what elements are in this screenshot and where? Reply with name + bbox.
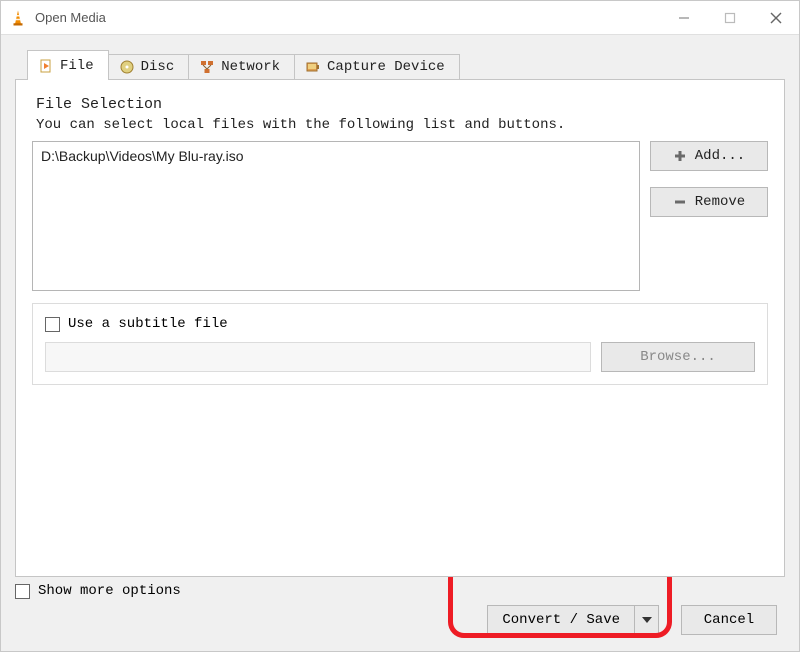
tab-disc-label: Disc: [141, 59, 175, 75]
tabs-container: File Disc Network: [15, 49, 785, 577]
convert-save-button[interactable]: Convert / Save: [487, 605, 659, 635]
vlc-cone-icon: [9, 9, 27, 27]
plus-icon: [673, 149, 687, 163]
show-more-label: Show more options: [38, 583, 181, 599]
browse-button-label: Browse...: [640, 349, 716, 365]
dialog-content: File Disc Network: [1, 35, 799, 651]
tab-panel-file: File Selection You can select local file…: [15, 79, 785, 577]
add-button[interactable]: Add...: [650, 141, 768, 171]
file-icon: [38, 58, 54, 74]
tab-network[interactable]: Network: [188, 54, 295, 79]
remove-button-label: Remove: [695, 194, 745, 210]
file-list-item[interactable]: D:\Backup\Videos\My Blu-ray.iso: [41, 148, 631, 164]
file-selection-group: File Selection You can select local file…: [32, 96, 768, 291]
tab-network-label: Network: [221, 59, 280, 75]
remove-button[interactable]: Remove: [650, 187, 768, 217]
file-list-buttons: Add... Remove: [650, 141, 768, 217]
tab-capture-label: Capture Device: [327, 59, 445, 75]
cancel-button-label: Cancel: [704, 612, 754, 628]
tab-capture[interactable]: Capture Device: [294, 54, 460, 79]
minimize-button[interactable]: [661, 1, 707, 34]
tab-file-label: File: [60, 58, 94, 74]
file-selection-hint: You can select local files with the foll…: [36, 117, 768, 133]
convert-save-dropdown-arrow[interactable]: [635, 605, 659, 635]
chevron-down-icon: [642, 617, 652, 623]
capture-device-icon: [305, 59, 321, 75]
subtitle-browse-row: Browse...: [45, 342, 755, 372]
show-more-checkbox[interactable]: [15, 584, 30, 599]
file-selection-row: D:\Backup\Videos\My Blu-ray.iso Add...: [32, 141, 768, 291]
open-media-dialog: Open Media File: [0, 0, 800, 652]
file-selection-label: File Selection: [36, 96, 768, 113]
title-bar: Open Media: [1, 1, 799, 35]
tab-strip: File Disc Network: [27, 49, 785, 79]
subtitle-path-input[interactable]: [45, 342, 591, 372]
window-controls: [661, 1, 799, 34]
window-title: Open Media: [35, 10, 661, 25]
browse-button[interactable]: Browse...: [601, 342, 755, 372]
cancel-button[interactable]: Cancel: [681, 605, 777, 635]
subtitle-checkbox-label: Use a subtitle file: [68, 316, 228, 332]
disc-icon: [119, 59, 135, 75]
subtitle-checkbox-row: Use a subtitle file: [45, 316, 755, 332]
dialog-actions: Convert / Save Cancel: [15, 599, 785, 643]
subtitle-checkbox[interactable]: [45, 317, 60, 332]
show-more-row: Show more options: [15, 583, 785, 599]
maximize-button[interactable]: [707, 1, 753, 34]
subtitle-group: Use a subtitle file Browse...: [32, 303, 768, 385]
tab-disc[interactable]: Disc: [108, 54, 190, 79]
file-list[interactable]: D:\Backup\Videos\My Blu-ray.iso: [32, 141, 640, 291]
convert-save-label: Convert / Save: [487, 605, 635, 635]
minus-icon: [673, 195, 687, 209]
add-button-label: Add...: [695, 148, 745, 164]
close-button[interactable]: [753, 1, 799, 34]
tab-file[interactable]: File: [27, 50, 109, 80]
network-icon: [199, 59, 215, 75]
